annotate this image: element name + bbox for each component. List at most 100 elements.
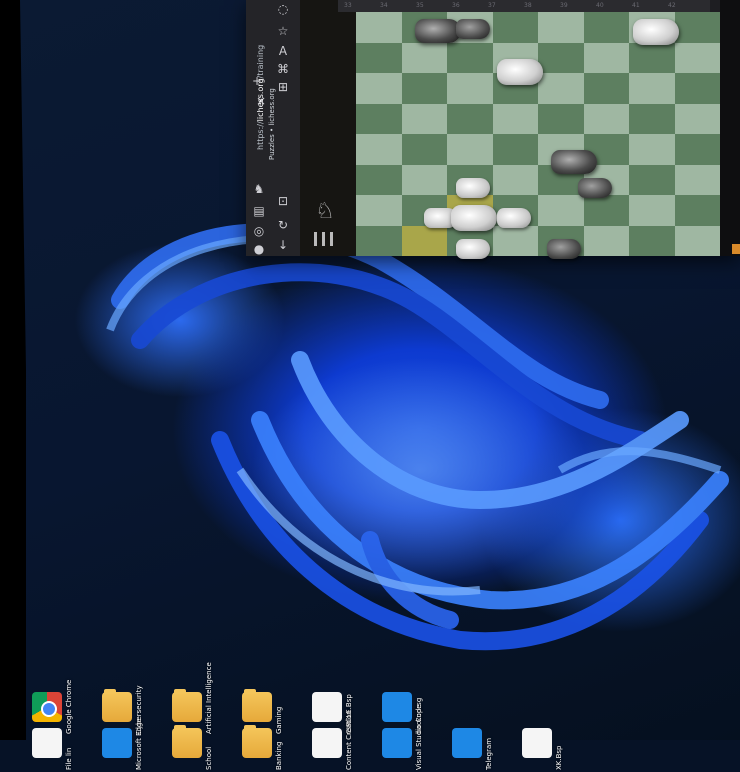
board-square[interactable]	[492, 225, 538, 256]
board-square[interactable]	[401, 42, 447, 73]
board-square[interactable]	[356, 73, 402, 104]
board-square[interactable]	[674, 134, 720, 165]
white-pawn[interactable]	[455, 238, 490, 259]
chessboard[interactable]	[356, 12, 720, 259]
board-square[interactable]	[583, 12, 629, 43]
board-square[interactable]	[356, 42, 402, 73]
board-square[interactable]	[492, 134, 538, 165]
read-aloud-icon[interactable]: A	[274, 42, 292, 60]
reader-icon[interactable]: ▤	[250, 202, 268, 220]
board-square[interactable]	[629, 103, 675, 134]
board-square[interactable]	[492, 164, 538, 195]
tab-title[interactable]: Puzzles • lichess.org	[268, 88, 276, 160]
desktop-icon-school[interactable]: School	[172, 725, 250, 772]
desktop-icon-vs[interactable]: Visual Studio Code	[382, 704, 460, 772]
board-square[interactable]	[356, 134, 402, 165]
board-square[interactable]	[583, 225, 629, 256]
desktop-icon-edge[interactable]: Microsoft Edge	[102, 718, 180, 772]
board-square[interactable]	[356, 164, 402, 195]
board-square[interactable]	[447, 42, 493, 73]
desktop-icon-label: Microsoft Edge	[135, 718, 143, 770]
hamburger-menu-icon[interactable]	[314, 232, 336, 246]
board-square[interactable]	[583, 103, 629, 134]
board-square[interactable]	[538, 42, 584, 73]
board-square[interactable]	[674, 225, 720, 256]
board-square[interactable]	[401, 73, 447, 104]
board-square[interactable]	[629, 225, 675, 256]
favorite-icon[interactable]: ☆	[274, 22, 292, 40]
board-square[interactable]	[401, 164, 447, 195]
board-square[interactable]	[492, 103, 538, 134]
desktop-icon-banking[interactable]: Banking	[242, 725, 320, 772]
board-square[interactable]	[538, 12, 584, 43]
board-square[interactable]	[538, 73, 584, 104]
desktop-icon-label: School	[205, 746, 213, 770]
white-piece[interactable]	[633, 19, 679, 46]
board-square[interactable]	[629, 42, 675, 73]
board-square[interactable]	[401, 103, 447, 134]
scrollbar[interactable]	[720, 0, 740, 256]
white-piece[interactable]	[451, 205, 497, 232]
lichess-header: ♘	[300, 0, 356, 256]
desktop-icon-label: Telegram	[485, 737, 493, 770]
board-square[interactable]	[447, 134, 493, 165]
white-piece[interactable]	[496, 58, 543, 85]
black-piece[interactable]	[551, 150, 598, 175]
desktop-icon-file-lin[interactable]: File lin	[32, 728, 110, 772]
white-pawn[interactable]	[496, 208, 531, 229]
board-square[interactable]	[583, 73, 629, 104]
board-square[interactable]	[629, 195, 675, 226]
board-square[interactable]	[674, 164, 720, 195]
menu-icon[interactable]: ◌	[274, 0, 292, 18]
board-square[interactable]	[674, 103, 720, 134]
board-square[interactable]	[583, 42, 629, 73]
school-icon	[172, 725, 202, 758]
board-square[interactable]	[447, 73, 493, 104]
board-square[interactable]	[583, 195, 629, 226]
site-info-icon[interactable]: ⊡	[274, 192, 292, 210]
board-square[interactable]	[356, 12, 402, 43]
cybersecurity-icon	[102, 689, 132, 722]
board-square[interactable]	[538, 103, 584, 134]
black-piece[interactable]	[414, 19, 461, 44]
board-square[interactable]	[401, 134, 447, 165]
extensions-icon[interactable]: ⌘	[274, 60, 292, 78]
browser-window[interactable]: × + Puzzles • lichess.org ♞ ▤ ◎ ● ◌ ☆ A …	[246, 0, 740, 259]
avatar[interactable]: ●	[250, 240, 268, 258]
ruler-tick: 39	[560, 2, 568, 9]
ai-icon	[172, 689, 202, 722]
board-square[interactable]	[538, 195, 584, 226]
board-square[interactable]	[629, 73, 675, 104]
board-square[interactable]	[674, 42, 720, 73]
black-pawn[interactable]	[455, 19, 490, 40]
board-square[interactable]	[629, 134, 675, 165]
banking-icon	[242, 725, 272, 758]
desktop-icon-content[interactable]: Content Creation	[312, 710, 390, 772]
refresh-icon[interactable]: ↻	[274, 216, 292, 234]
collections-icon[interactable]: ⊞	[274, 78, 292, 96]
board-square[interactable]	[356, 195, 402, 226]
board-square[interactable]	[356, 103, 402, 134]
desktop-icon-label: XK.Bsp	[555, 745, 563, 770]
board-square[interactable]	[447, 103, 493, 134]
profile-icon[interactable]: ◎	[250, 222, 268, 240]
board-square[interactable]	[492, 12, 538, 43]
board-square[interactable]	[674, 73, 720, 104]
board-square[interactable]	[401, 225, 447, 256]
black-pawn[interactable]	[578, 177, 613, 198]
board-square[interactable]	[356, 225, 402, 256]
white-pawn[interactable]	[455, 177, 490, 198]
board-square[interactable]	[629, 164, 675, 195]
chrome-icon	[32, 692, 62, 722]
board-square[interactable]	[674, 195, 720, 226]
ruler-tick: 35	[416, 2, 424, 9]
address-bar[interactable]: https://lichess.org/training	[256, 45, 265, 150]
board-square[interactable]	[674, 12, 720, 43]
lichess-logo-icon[interactable]: ♘	[310, 196, 340, 226]
desktop-icon-xk[interactable]: XK.Bsp	[522, 728, 600, 772]
back-icon[interactable]: ↓	[274, 236, 292, 254]
telegram-icon	[452, 728, 482, 758]
black-pawn[interactable]	[546, 238, 581, 259]
desktop-icon-label: File lin	[65, 747, 73, 770]
desktop-icon-telegram[interactable]: Telegram	[452, 728, 530, 772]
